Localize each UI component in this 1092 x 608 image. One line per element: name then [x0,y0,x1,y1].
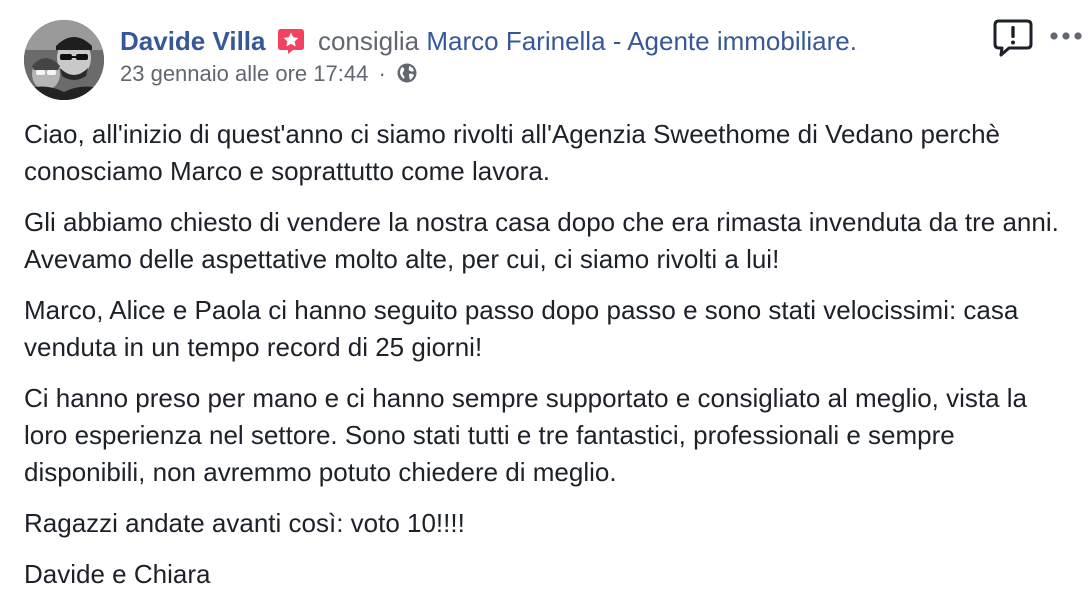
post-signature: Davide e Chiara [24,559,211,589]
post-paragraph: Ragazzi andate avanti così: voto 10!!!! [24,508,465,538]
meta-separator: · [378,61,386,86]
post-body: Ciao, all'inizio di quest'anno ci siamo … [24,116,1074,607]
author-name[interactable]: Davide Villa [120,26,266,56]
post-timestamp[interactable]: 23 gennaio alle ore 17:44 [120,61,368,86]
recommended-page-link[interactable]: Marco Farinella - Agente immobiliare. [426,26,857,56]
post-paragraph: Marco, Alice e Paola ci hanno seguito pa… [24,295,1019,362]
more-options-icon[interactable] [1046,24,1086,48]
globe-icon[interactable] [396,62,418,84]
post-paragraph: Ci hanno preso per mano e ci hanno sempr… [24,383,1028,487]
post-header: Davide Villa consiglia Marco Farinella -… [120,24,942,88]
avatar[interactable] [24,20,104,100]
recommendation-star-icon [277,28,305,54]
avatar-photo [24,20,104,100]
post-title-line: Davide Villa consiglia Marco Farinella -… [120,24,942,58]
post-paragraph: Gli abbiamo chiesto di vendere la nostra… [24,207,1059,274]
post-meta: 23 gennaio alle ore 17:44 · [120,60,942,88]
post-paragraph: Ciao, all'inizio di quest'anno ci siamo … [24,119,1001,186]
recommends-verb: consiglia [317,26,420,56]
report-icon[interactable] [992,18,1034,58]
recommendation-post: Davide Villa consiglia Marco Farinella -… [0,0,1092,608]
